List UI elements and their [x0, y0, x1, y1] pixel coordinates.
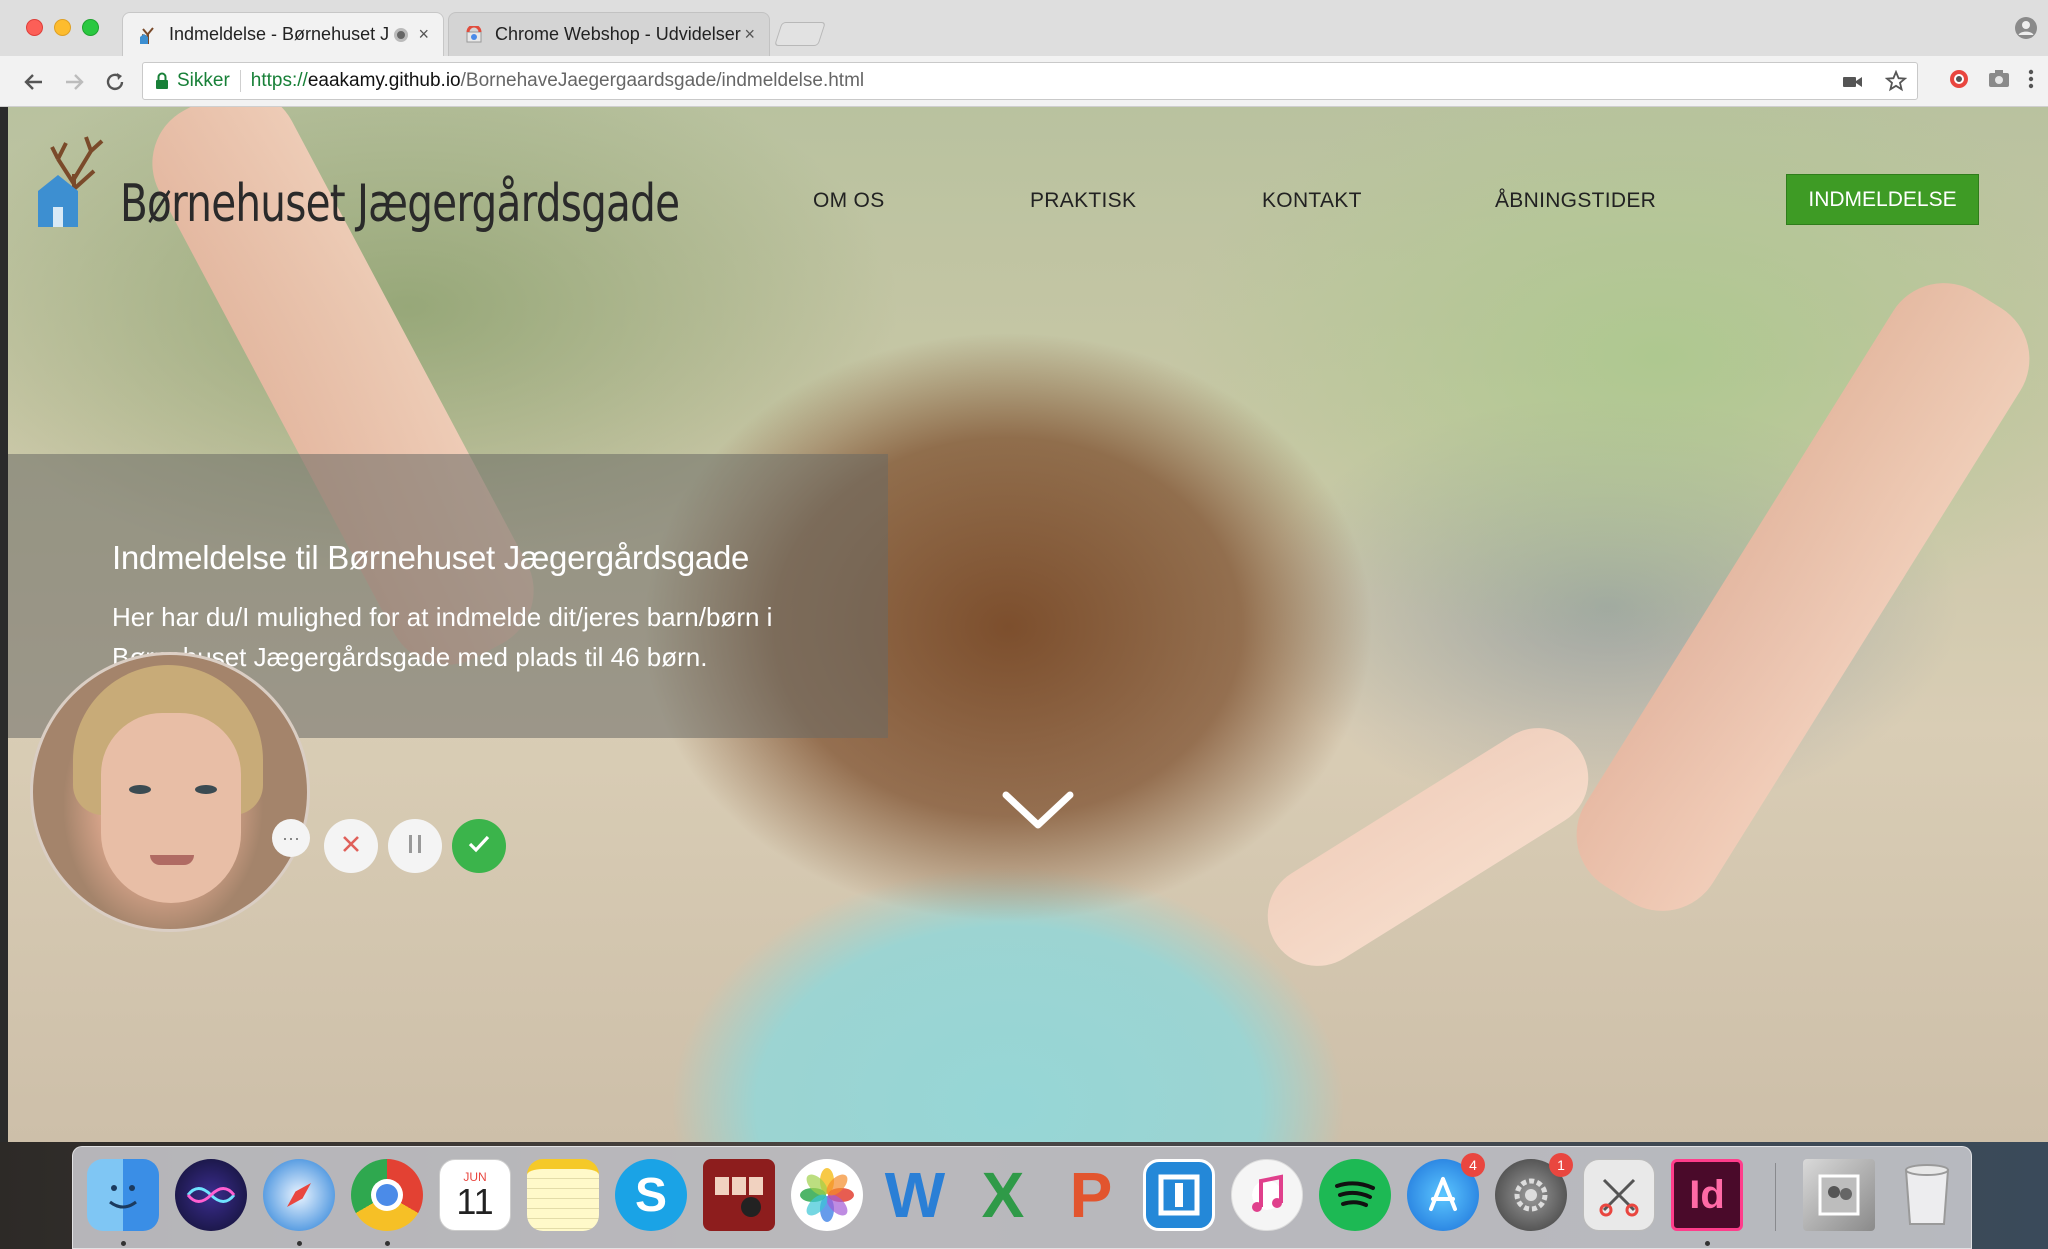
back-arrow-icon[interactable]: [20, 68, 48, 96]
tab-title: Indmeldelse - Børnehuset J: [169, 24, 390, 44]
screen-app-icon[interactable]: [1143, 1159, 1215, 1231]
tab-title: Chrome Webshop - Udvidelser: [495, 24, 741, 44]
nav-link-kontakt[interactable]: KONTAKT: [1262, 189, 1362, 213]
tab-close-icon[interactable]: ×: [418, 24, 429, 45]
running-indicator: [385, 1241, 390, 1246]
screenshot-scissors-icon[interactable]: [1583, 1159, 1655, 1231]
nav-indmeldelse-button[interactable]: INDMELDELSE: [1786, 174, 1979, 225]
camera-icon[interactable]: [1843, 73, 1863, 95]
tree-favicon-icon: [137, 24, 159, 46]
tab-chrome-webshop[interactable]: Chrome Webshop - Udvidelser ×: [448, 12, 770, 56]
webcam-person-eye: [129, 785, 151, 794]
system-preferences-icon[interactable]: 1: [1495, 1153, 1573, 1231]
scroll-down-chevron-icon[interactable]: [998, 787, 1078, 842]
excel-icon[interactable]: X: [967, 1159, 1039, 1231]
site-logo[interactable]: Børnehuset Jægergårdsgade: [36, 129, 837, 234]
chrome-webstore-icon: [463, 24, 485, 46]
photos-icon[interactable]: [791, 1159, 863, 1231]
siri-icon[interactable]: [175, 1159, 247, 1231]
tab-strip: Indmeldelse - Børnehuset J × Chrome Webs…: [0, 0, 2048, 56]
recording-indicator-icon: [394, 27, 409, 42]
browser-chrome: Indmeldelse - Børnehuset J × Chrome Webs…: [0, 0, 2048, 107]
word-icon[interactable]: W: [879, 1159, 951, 1231]
hero-title: Indmeldelse til Børnehuset Jægergårdsgad…: [112, 539, 750, 576]
powerpoint-icon[interactable]: P: [1055, 1159, 1127, 1231]
checkmark-icon: [467, 834, 491, 859]
bookmark-star-icon[interactable]: [1884, 69, 1908, 98]
itunes-icon[interactable]: [1231, 1159, 1303, 1231]
close-icon: [340, 833, 362, 860]
running-indicator: [121, 1241, 126, 1246]
app-store-badge: 4: [1461, 1153, 1485, 1177]
nav-link-om-os[interactable]: OM OS: [813, 189, 885, 213]
running-indicator: [297, 1241, 302, 1246]
forward-arrow-icon[interactable]: [60, 68, 88, 96]
address-bar[interactable]: Sikker https:// eaakamy.github.io /Borne…: [142, 62, 1918, 100]
url-host: eaakamy.github.io: [307, 70, 461, 91]
nav-link-abningstider[interactable]: ÅBNINGSTIDER: [1495, 189, 1656, 213]
webcam-preview: [30, 652, 310, 932]
url-path: /BornehaveJaegergaardsgade/indmeldelse.h…: [460, 70, 865, 91]
calendar-icon[interactable]: JUN 11: [439, 1159, 511, 1231]
lock-icon: [155, 72, 169, 90]
running-indicator: [1705, 1241, 1710, 1246]
chrome-icon[interactable]: [351, 1159, 423, 1231]
new-tab-button[interactable]: [774, 22, 826, 46]
webcam-person-eye: [195, 785, 217, 794]
address-separator: [239, 70, 241, 92]
nav-link-praktisk[interactable]: PRAKTISK: [1030, 189, 1136, 213]
close-window-button[interactable]: [26, 19, 43, 36]
mac-dock: JUN 11 S W X P 4 1 Id: [72, 1146, 1972, 1249]
hero-page: Børnehuset Jægergårdsgade OM OS PRAKTISK…: [8, 107, 2048, 1142]
url-scheme: https://: [250, 70, 308, 91]
calendar-day: 11: [456, 1181, 494, 1222]
skype-icon[interactable]: S: [615, 1159, 687, 1231]
dock-separator: [1775, 1163, 1776, 1231]
tab-indmeldelse[interactable]: Indmeldelse - Børnehuset J ×: [122, 12, 444, 56]
webcam-person-mouth: [150, 855, 194, 865]
recorder-cancel-button[interactable]: [324, 819, 378, 873]
pause-icon: [406, 833, 424, 860]
extension-icons: [1948, 68, 2034, 95]
webcam-person-face: [101, 713, 241, 903]
safari-icon[interactable]: [263, 1159, 335, 1231]
app-store-icon[interactable]: 4: [1407, 1153, 1485, 1231]
recorder-pause-button[interactable]: [388, 819, 442, 873]
downloads-stack-icon[interactable]: [1803, 1159, 1875, 1231]
indesign-icon[interactable]: Id: [1671, 1159, 1743, 1231]
house-tree-logo-icon: [36, 129, 106, 234]
logo-text: Børnehuset Jægergårdsgade: [120, 174, 680, 234]
system-preferences-badge: 1: [1549, 1153, 1573, 1177]
reload-icon[interactable]: [101, 68, 129, 96]
browser-toolbar: Sikker https:// eaakamy.github.io /Borne…: [0, 56, 2048, 107]
spotify-icon[interactable]: [1319, 1159, 1391, 1231]
extension-record-icon[interactable]: [1948, 68, 1970, 95]
hero-photo-child-arm: [1248, 709, 1608, 985]
minimize-window-button[interactable]: [54, 19, 71, 36]
recorder-finish-button[interactable]: [452, 819, 506, 873]
fullscreen-window-button[interactable]: [82, 19, 99, 36]
notes-icon[interactable]: [527, 1159, 599, 1231]
screenshot-camera-icon[interactable]: [1988, 69, 2010, 94]
recorder-more-button[interactable]: ···: [272, 819, 310, 857]
hero-photo-arm-right: [1553, 260, 2048, 934]
trash-icon[interactable]: [1891, 1159, 1963, 1231]
omnibox-actions: [1843, 69, 1908, 98]
security-label: Sikker: [177, 70, 230, 91]
finder-icon[interactable]: [87, 1159, 159, 1231]
tab-close-icon[interactable]: ×: [744, 24, 755, 45]
menu-kebab-icon[interactable]: [2028, 69, 2034, 94]
photo-booth-icon[interactable]: [703, 1159, 775, 1231]
profile-icon[interactable]: [2014, 16, 2038, 40]
